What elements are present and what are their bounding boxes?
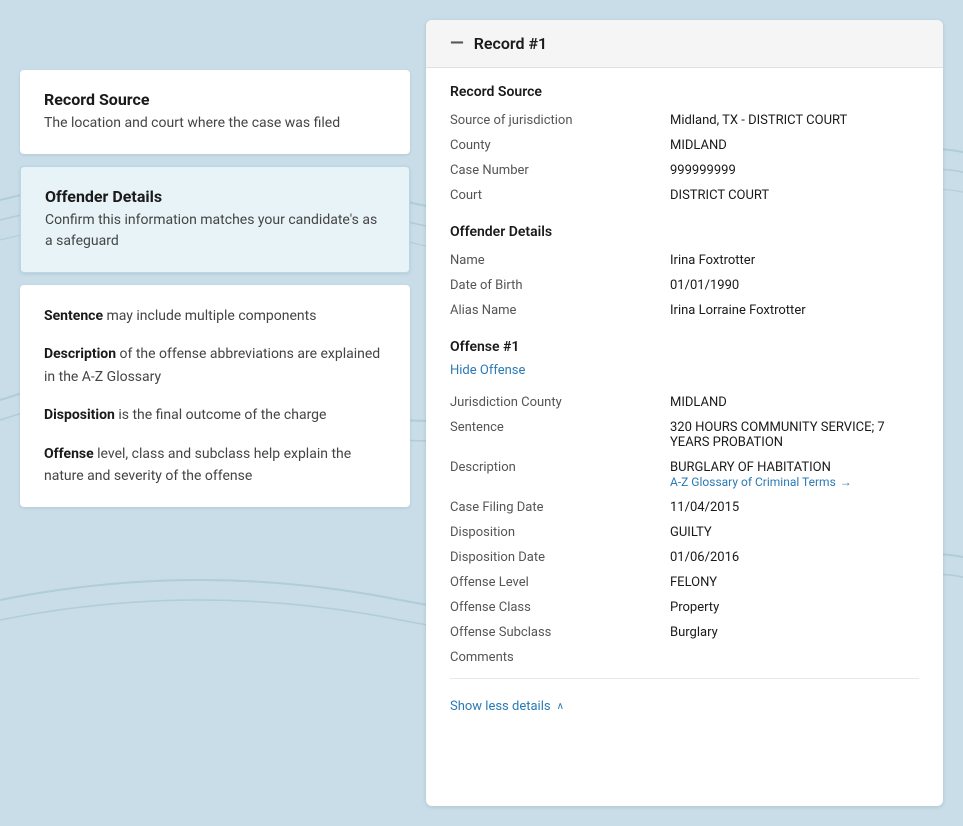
disposition-row: Disposition GUILTY [450,520,919,545]
disposition-value: GUILTY [670,525,919,540]
dob-label: Date of Birth [450,278,670,293]
offense-header: Offense #1 Hide Offense [450,323,919,390]
county-label: County [450,138,670,153]
case-number-row: Case Number 999999999 [450,158,919,183]
alias-value: Irina Lorraine Foxtrotter [670,303,919,318]
record-source-card: Record Source The location and court whe… [20,70,410,154]
case-filing-date-value: 11/04/2015 [670,500,919,515]
offender-details-title: Offender Details [45,187,385,206]
description-value: BURGLARY OF HABITATION A-Z Glossary of C… [670,460,919,490]
offense-subclass-value: Burglary [670,625,919,640]
case-number-value: 999999999 [670,163,919,178]
name-label: Name [450,253,670,268]
case-filing-date-row: Case Filing Date 11/04/2015 [450,495,919,520]
source-jurisdiction-value: Midland, TX - DISTRICT COURT [670,113,919,128]
offense-subclass-label: Offense Subclass [450,625,670,640]
disposition-date-label: Disposition Date [450,550,670,565]
left-panel: Record Source The location and court whe… [20,20,410,806]
name-value: Irina Foxtrotter [670,253,919,268]
divider [450,678,919,679]
glossary-card: Sentence may include multiple components… [20,285,410,507]
description-field-label: Description [450,460,670,475]
show-less-label: Show less details [450,699,551,714]
offense-title: Offense #1 [450,339,919,355]
source-jurisdiction-row: Source of jurisdiction Midland, TX - DIS… [450,108,919,133]
county-row: County MIDLAND [450,133,919,158]
jurisdiction-county-row: Jurisdiction County MIDLAND [450,390,919,415]
name-row: Name Irina Foxtrotter [450,248,919,273]
record-header: — Record #1 [426,20,943,68]
sentence-text: may include multiple components [107,308,317,324]
dob-row: Date of Birth 01/01/1990 [450,273,919,298]
glossary-link-text: A-Z Glossary of Criminal Terms [670,475,836,489]
offender-section-title: Offender Details [450,208,919,248]
disposition-label: Disposition [44,407,115,423]
sentence-label: Sentence [44,308,103,324]
description-row: Description BURGLARY OF HABITATION A-Z G… [450,455,919,495]
alias-row: Alias Name Irina Lorraine Foxtrotter [450,298,919,323]
show-less-button[interactable]: Show less details ∧ [450,687,564,718]
right-panel: — Record #1 Record Source Source of juri… [426,20,943,806]
record-body: Record Source Source of jurisdiction Mid… [426,68,943,742]
sentence-field-label: Sentence [450,420,670,435]
offense-section: Offense level, class and subclass help e… [44,443,386,488]
alias-label: Alias Name [450,303,670,318]
glossary-link[interactable]: A-Z Glossary of Criminal Terms → [670,475,852,489]
case-filing-date-label: Case Filing Date [450,500,670,515]
offender-details-card: Offender Details Confirm this informatio… [20,166,410,273]
offense-level-value: FELONY [670,575,919,590]
record-dash: — [450,35,464,53]
jurisdiction-county-value: MIDLAND [670,395,919,410]
disposition-date-row: Disposition Date 01/06/2016 [450,545,919,570]
county-value: MIDLAND [670,138,919,153]
record-source-description: The location and court where the case wa… [44,113,386,134]
disposition-field-label: Disposition [450,525,670,540]
offense-class-row: Offense Class Property [450,595,919,620]
disposition-date-value: 01/06/2016 [670,550,919,565]
disposition-section: Disposition is the final outcome of the … [44,404,386,426]
description-label: Description [44,346,116,362]
offense-class-label: Offense Class [450,600,670,615]
sentence-row: Sentence 320 HOURS COMMUNITY SERVICE; 7 … [450,415,919,455]
jurisdiction-county-label: Jurisdiction County [450,395,670,410]
offense-class-value: Property [670,600,919,615]
offense-level-row: Offense Level FELONY [450,570,919,595]
glossary-sections: Sentence may include multiple components… [44,305,386,487]
source-jurisdiction-label: Source of jurisdiction [450,113,670,128]
offense-label: Offense [44,446,94,462]
sentence-value: 320 HOURS COMMUNITY SERVICE; 7 YEARS PRO… [670,420,919,450]
chevron-up-icon: ∧ [557,701,564,712]
court-value: DISTRICT COURT [670,188,919,203]
record-title: Record #1 [474,34,547,53]
record-source-title: Record Source [44,90,386,109]
offense-subclass-row: Offense Subclass Burglary [450,620,919,645]
record-source-section-title: Record Source [450,68,919,108]
case-number-label: Case Number [450,163,670,178]
sentence-section: Sentence may include multiple components [44,305,386,327]
court-label: Court [450,188,670,203]
comments-row: Comments [450,645,919,670]
description-section: Description of the offense abbreviations… [44,343,386,388]
hide-offense-link[interactable]: Hide Offense [450,363,525,378]
glossary-arrow: → [840,475,852,489]
disposition-text: is the final outcome of the charge [118,407,326,423]
hide-offense-label: Hide Offense [450,363,525,378]
offender-details-description: Confirm this information matches your ca… [45,210,385,252]
comments-label: Comments [450,650,670,665]
dob-value: 01/01/1990 [670,278,919,293]
court-row: Court DISTRICT COURT [450,183,919,208]
offense-level-label: Offense Level [450,575,670,590]
